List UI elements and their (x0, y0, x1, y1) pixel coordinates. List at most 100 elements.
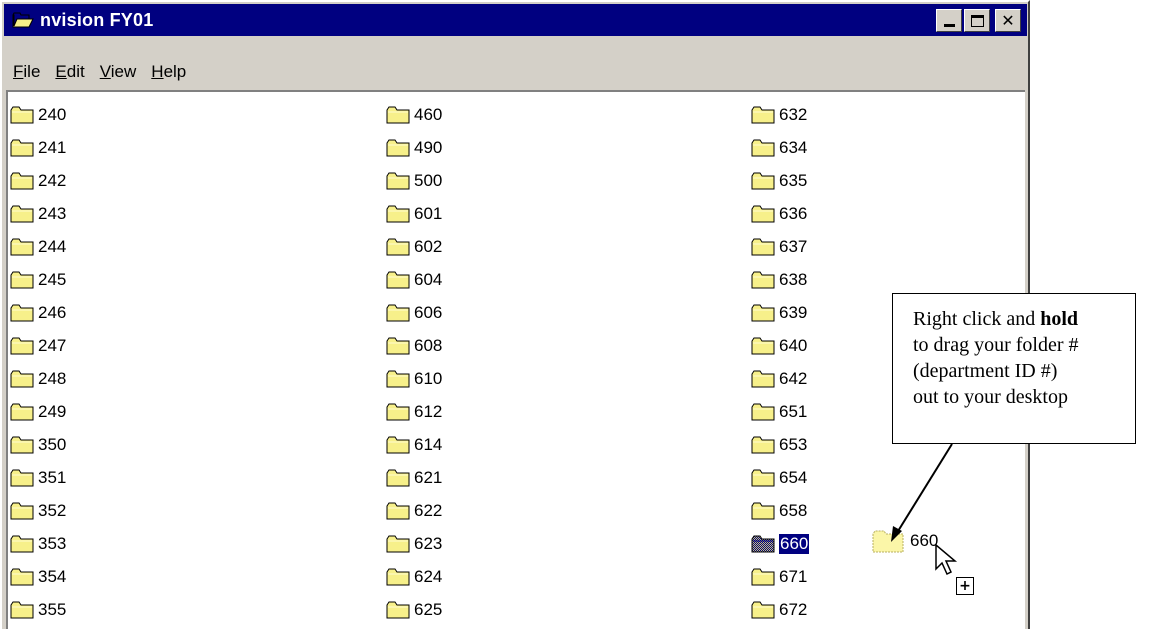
folder-item[interactable]: 244 (10, 230, 66, 263)
folder-item[interactable]: 601 (386, 197, 442, 230)
folder-item[interactable]: 614 (386, 428, 442, 461)
folder-icon (10, 205, 34, 223)
folder-label: 671 (779, 566, 808, 586)
folder-label: 460 (414, 104, 443, 124)
folder-column-3: 632 634 635 636 637 638 639 640 642 651 653 654 658 6… (751, 98, 811, 626)
folder-item[interactable]: 653 (751, 428, 809, 461)
folder-icon (386, 238, 410, 256)
folder-icon (751, 271, 775, 289)
folder-item[interactable]: 602 (386, 230, 442, 263)
folder-item[interactable]: 355 (10, 593, 66, 626)
folder-item[interactable]: 350 (10, 428, 66, 461)
folder-item[interactable]: 621 (386, 461, 442, 494)
menu-accelerator: E (55, 62, 67, 81)
folder-item[interactable]: 642 (751, 362, 809, 395)
folder-column-2: 460 490 500 601 602 604 606 608 610 612 614 621 622 6… (386, 98, 442, 626)
maximize-button[interactable] (964, 9, 990, 32)
folder-label: 350 (38, 434, 67, 454)
folder-icon (10, 271, 34, 289)
folder-item[interactable]: 490 (386, 131, 442, 164)
folder-item[interactable]: 245 (10, 263, 66, 296)
minimize-button[interactable] (936, 9, 962, 32)
folder-item[interactable]: 351 (10, 461, 66, 494)
folder-item[interactable]: 624 (386, 560, 442, 593)
menu-accelerator: V (99, 62, 111, 81)
menu-view[interactable]: View (100, 62, 137, 82)
menu-help[interactable]: Help (151, 62, 186, 82)
folder-item[interactable]: 612 (386, 395, 442, 428)
folder-item[interactable]: 632 (751, 98, 809, 131)
folder-label: 606 (414, 302, 443, 322)
folder-item[interactable]: 671 (751, 560, 809, 593)
folder-icon (751, 502, 775, 520)
folder-icon (386, 271, 410, 289)
folder-item[interactable]: 606 (386, 296, 442, 329)
folder-icon (751, 106, 775, 124)
folder-item[interactable]: 500 (386, 164, 442, 197)
folder-item[interactable]: 672 (751, 593, 809, 626)
folder-icon (386, 502, 410, 520)
menu-label: elp (163, 62, 187, 81)
folder-label: 639 (779, 302, 808, 322)
folder-label: 654 (779, 467, 808, 487)
folder-icon (386, 469, 410, 487)
folder-icon (751, 436, 775, 454)
folder-item[interactable]: 608 (386, 329, 442, 362)
folder-label: 653 (779, 434, 808, 454)
folder-item[interactable]: 248 (10, 362, 66, 395)
folder-item[interactable]: 654 (751, 461, 809, 494)
folder-item[interactable]: 639 (751, 296, 809, 329)
folder-item[interactable]: 610 (386, 362, 442, 395)
folder-item[interactable]: 352 (10, 494, 66, 527)
folder-item[interactable]: 242 (10, 164, 66, 197)
folder-icon (10, 535, 34, 553)
folder-item[interactable]: 636 (751, 197, 809, 230)
folder-item[interactable]: 635 (751, 164, 809, 197)
folder-item[interactable]: 240 (10, 98, 66, 131)
folder-icon (10, 502, 34, 520)
folder-icon (386, 436, 410, 454)
folder-label: 354 (38, 566, 67, 586)
folder-icon (751, 172, 775, 190)
folder-label: 248 (38, 368, 67, 388)
menu-label: dit (66, 62, 85, 81)
folder-item[interactable]: 246 (10, 296, 66, 329)
menu-edit[interactable]: Edit (55, 62, 84, 82)
folder-icon (751, 469, 775, 487)
folder-item[interactable]: 604 (386, 263, 442, 296)
folder-item[interactable]: 354 (10, 560, 66, 593)
folder-item[interactable]: 637 (751, 230, 809, 263)
folder-item[interactable]: 622 (386, 494, 442, 527)
callout-line1: Right click and (913, 308, 1041, 330)
folder-item[interactable]: 241 (10, 131, 66, 164)
folder-label: 241 (38, 137, 67, 157)
folder-label: 658 (779, 500, 808, 520)
folder-item[interactable]: 638 (751, 263, 809, 296)
folder-item[interactable]: 651 (751, 395, 809, 428)
folder-item[interactable]: 353 (10, 527, 66, 560)
folder-label: 490 (414, 137, 443, 157)
folder-item[interactable]: 249 (10, 395, 66, 428)
folder-label: 672 (779, 599, 808, 619)
folder-item[interactable]: 243 (10, 197, 66, 230)
menu-file[interactable]: File (13, 62, 40, 82)
folder-item[interactable]: 658 (751, 494, 809, 527)
folder-item[interactable]: 625 (386, 593, 442, 626)
folder-icon (10, 568, 34, 586)
folder-icon (10, 601, 34, 619)
folder-item[interactable]: 640 (751, 329, 809, 362)
folder-label: 355 (38, 599, 67, 619)
folder-item[interactable]: 660 (751, 527, 811, 560)
folder-label: 614 (414, 434, 443, 454)
close-button[interactable]: ✕ (995, 9, 1021, 32)
folder-item[interactable]: 634 (751, 131, 809, 164)
folder-icon (10, 337, 34, 355)
folder-item[interactable]: 247 (10, 329, 66, 362)
folder-item[interactable]: 460 (386, 98, 442, 131)
title-bar[interactable]: nvision FY01 ✕ (4, 4, 1027, 36)
folder-icon (10, 304, 34, 322)
folder-icon (386, 139, 410, 157)
folder-label: 352 (38, 500, 67, 520)
folder-label: 621 (414, 467, 443, 487)
folder-item[interactable]: 623 (386, 527, 442, 560)
